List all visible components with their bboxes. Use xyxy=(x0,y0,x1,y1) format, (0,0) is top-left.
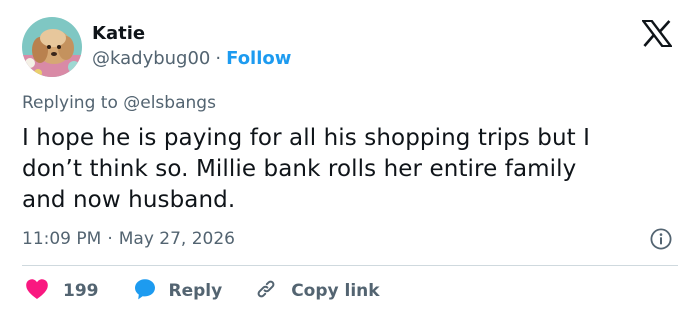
like-count: 199 xyxy=(63,281,99,301)
action-bar: 199 Reply Copy link xyxy=(22,278,380,304)
tweet-text-line: I hope he is paying for all his shopping… xyxy=(22,125,591,151)
reply-label: Reply xyxy=(168,281,223,301)
link-icon xyxy=(254,277,278,305)
handle-separator: · xyxy=(215,48,222,69)
speech-bubble-icon xyxy=(133,277,157,305)
tweet-embed-card: Katie @kadybug00 · Follow Replying to @els… xyxy=(0,0,700,318)
replying-to-mention[interactable]: @elsbangs xyxy=(123,93,216,113)
tweet-date: May 27, 2026 xyxy=(118,229,235,249)
tweet-text: I hope he is paying for all his shopping… xyxy=(22,123,682,216)
timestamp-separator: · xyxy=(107,229,113,249)
author-handle-row: @kadybug00 · Follow xyxy=(92,47,291,71)
tweet-timestamp[interactable]: 11:09 PM · May 27, 2026 xyxy=(22,228,235,250)
copy-link-button[interactable]: Copy link xyxy=(254,277,380,305)
divider xyxy=(22,265,678,266)
reply-button[interactable]: Reply xyxy=(133,277,223,305)
like-button[interactable]: 199 xyxy=(25,278,99,304)
author-name[interactable]: Katie xyxy=(92,22,145,46)
author-handle[interactable]: @kadybug00 xyxy=(92,48,210,69)
x-logo-icon[interactable] xyxy=(640,19,674,48)
tweet-text-line: don’t think so. Millie bank rolls her en… xyxy=(22,156,577,182)
copy-link-label: Copy link xyxy=(291,281,380,301)
tweet-text-line: and now husband. xyxy=(22,187,236,213)
tweet-time: 11:09 PM xyxy=(22,229,102,249)
replying-to-label: Replying to xyxy=(22,93,118,113)
info-icon[interactable] xyxy=(650,228,672,250)
avatar[interactable] xyxy=(22,17,82,77)
follow-button[interactable]: Follow xyxy=(226,48,291,69)
heart-icon xyxy=(25,278,49,304)
replying-to-line: Replying to @elsbangs xyxy=(22,92,216,114)
